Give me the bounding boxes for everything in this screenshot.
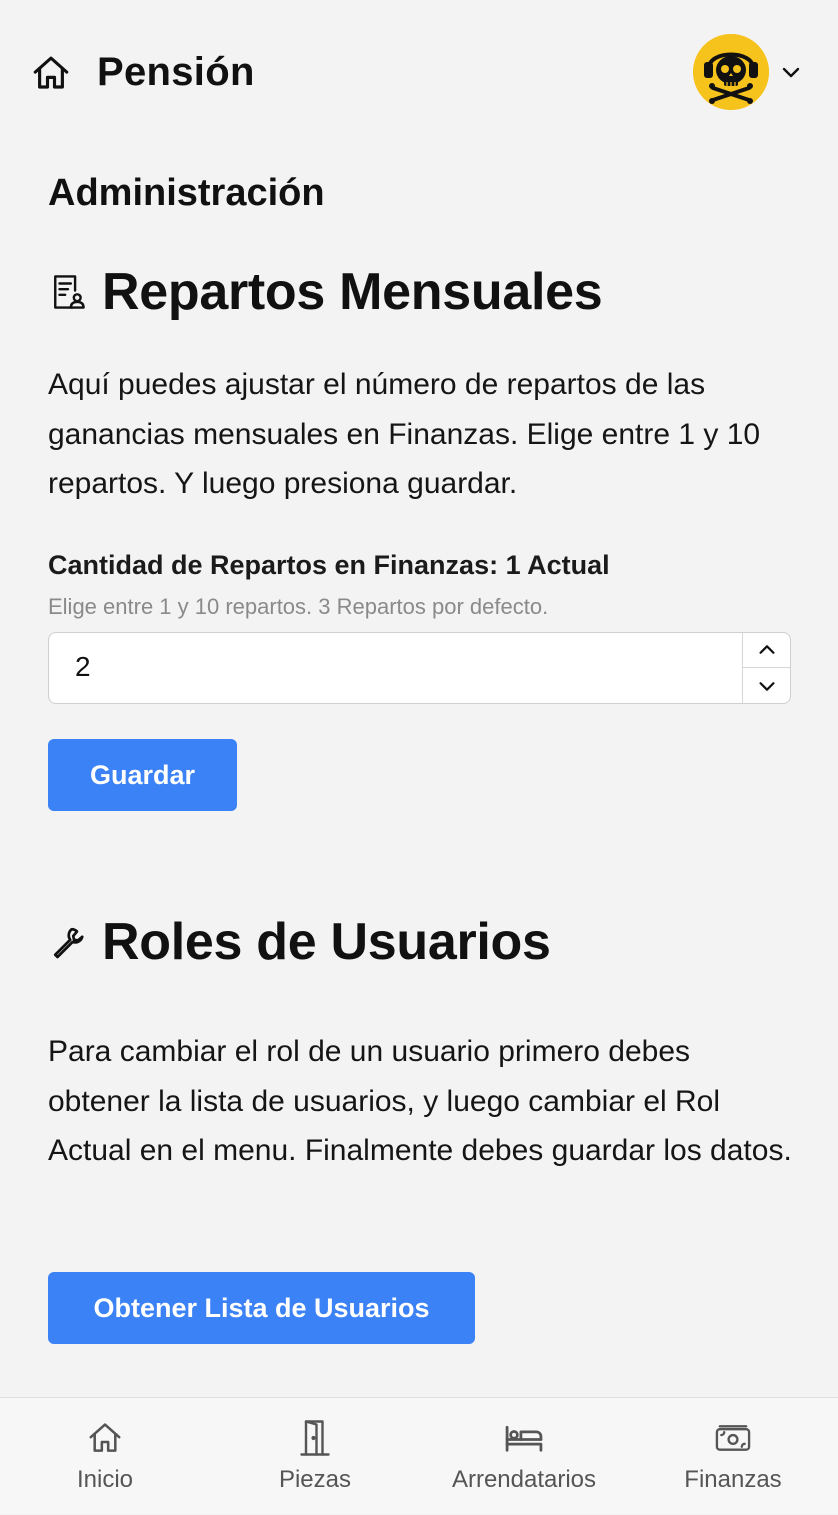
repartos-description: Aquí puedes ajustar el número de reparto… bbox=[48, 368, 761, 500]
nav-label-inicio: Inicio bbox=[76, 1466, 134, 1493]
user-menu-toggle[interactable] bbox=[779, 60, 803, 84]
app-title: Pensión bbox=[97, 50, 255, 94]
repartos-field-label: Cantidad de Repartos en Finanzas: 1 Actu… bbox=[48, 550, 610, 580]
door-icon bbox=[300, 1420, 330, 1456]
nav-item-piezas[interactable]: Piezas bbox=[210, 1398, 420, 1515]
chevron-down-icon bbox=[759, 681, 775, 691]
nav-item-arrendatarios[interactable]: Arrendatarios bbox=[419, 1398, 629, 1515]
home-icon bbox=[89, 1423, 121, 1452]
skull-headphones-avatar bbox=[693, 34, 769, 110]
stepper-decrement[interactable] bbox=[743, 668, 790, 703]
roles-heading: Roles de Usuarios bbox=[48, 912, 551, 972]
home-button[interactable] bbox=[30, 52, 72, 94]
save-button[interactable]: Guardar bbox=[48, 739, 237, 811]
nav-item-finanzas[interactable]: Finanzas bbox=[628, 1398, 838, 1515]
repartos-heading: Repartos Mensuales bbox=[48, 262, 603, 322]
chevron-up-icon bbox=[759, 645, 775, 654]
chevron-down-icon bbox=[782, 67, 800, 78]
nav-label-piezas: Piezas bbox=[278, 1466, 352, 1493]
repartos-input-value[interactable]: 2 bbox=[75, 651, 91, 683]
quantity-stepper[interactable] bbox=[742, 633, 790, 703]
document-user-icon bbox=[48, 270, 88, 314]
bottom-navigation: Inicio Piezas Arrendatarios Finanzas bbox=[0, 1397, 838, 1514]
home-icon bbox=[33, 56, 69, 89]
roles-heading-text: Roles de Usuarios bbox=[102, 913, 551, 971]
page-title: Administración bbox=[48, 172, 325, 214]
stepper-increment[interactable] bbox=[743, 633, 790, 668]
fetch-users-button[interactable]: Obtener Lista de Usuarios bbox=[48, 1272, 475, 1344]
repartos-number-input[interactable]: 2 bbox=[48, 632, 791, 704]
nav-label-finanzas: Finanzas bbox=[684, 1466, 782, 1493]
bed-icon bbox=[505, 1425, 543, 1452]
cash-icon bbox=[715, 1425, 751, 1451]
top-header: Pensión bbox=[0, 0, 838, 150]
avatar[interactable] bbox=[693, 34, 769, 110]
repartos-heading-text: Repartos Mensuales bbox=[102, 263, 603, 321]
wrench-icon bbox=[48, 920, 88, 964]
nav-label-arrendatarios: Arrendatarios bbox=[451, 1466, 597, 1493]
roles-description: Para cambiar el rol de un usuario primer… bbox=[48, 1035, 792, 1167]
nav-item-inicio[interactable]: Inicio bbox=[0, 1398, 210, 1515]
repartos-field-hint: Elige entre 1 y 10 repartos. 3 Repartos … bbox=[48, 594, 549, 619]
